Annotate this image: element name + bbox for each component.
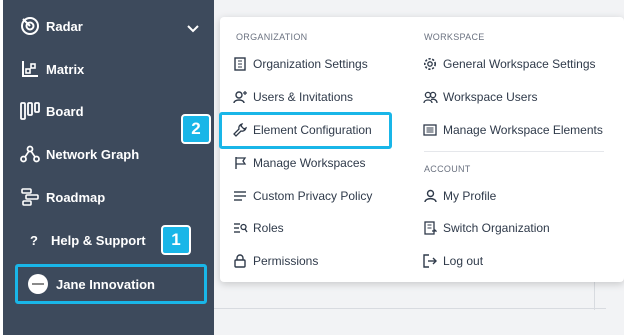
logout-icon: [422, 253, 438, 269]
menu-item-permissions[interactable]: Permissions: [232, 251, 318, 271]
sidebar-item-label: Network Graph: [46, 146, 140, 162]
switch-org-icon: [422, 220, 438, 236]
menu-item-manage-workspace-elements[interactable]: Manage Workspace Elements: [422, 120, 603, 140]
roles-icon: [232, 220, 248, 236]
menu-item-label: Log out: [443, 254, 484, 268]
chevron-down-icon[interactable]: [184, 20, 202, 38]
menu-item-roles[interactable]: Roles: [232, 218, 284, 238]
sidebar-item-label: Board: [46, 103, 84, 119]
menu-item-label: Permissions: [253, 254, 319, 268]
question-icon: ?: [30, 233, 38, 248]
step-badge-2: 2: [181, 114, 211, 144]
building-icon: [232, 56, 248, 72]
menu-item-workspace-users[interactable]: Workspace Users: [422, 87, 537, 107]
menu-item-label: Manage Workspace Elements: [443, 123, 603, 137]
user-icon: [422, 188, 438, 204]
radar-icon: [19, 15, 41, 37]
menu-item-label: Switch Organization: [443, 221, 550, 235]
list-box-icon: [422, 122, 438, 138]
menu-item-label: Roles: [253, 221, 284, 235]
sidebar-item-label: Roadmap: [46, 189, 106, 205]
menu-item-my-profile[interactable]: My Profile: [422, 186, 496, 206]
menu-item-label: Workspace Users: [443, 90, 538, 104]
lock-icon: [232, 253, 248, 269]
menu-item-label: Organization Settings: [253, 57, 368, 71]
section-header-workspace: WORKSPACE: [424, 32, 485, 42]
user-name: Jane Innovation: [56, 276, 155, 292]
sidebar: Radar Matrix Board Network Graph Roadmap…: [3, 0, 214, 335]
menu-divider: [424, 151, 604, 152]
user-menu-button[interactable]: Jane Innovation: [15, 264, 207, 304]
step-badge-1: 1: [161, 225, 191, 255]
element-configuration-highlight: [219, 112, 392, 149]
sidebar-item-board[interactable]: Board: [19, 99, 84, 123]
help-support-label: Help & Support: [51, 233, 146, 248]
menu-item-custom-privacy-policy[interactable]: Custom Privacy Policy: [232, 186, 372, 206]
lines-icon: [232, 188, 248, 204]
sidebar-item-network-graph[interactable]: Network Graph: [19, 142, 139, 166]
sidebar-item-roadmap[interactable]: Roadmap: [19, 185, 105, 209]
menu-item-organization-settings[interactable]: Organization Settings: [232, 54, 368, 74]
menu-item-general-workspace-settings[interactable]: General Workspace Settings: [422, 54, 596, 74]
matrix-icon: [19, 58, 41, 80]
section-header-account: ACCOUNT: [424, 164, 471, 174]
menu-item-users-invitations[interactable]: Users & Invitations: [232, 87, 353, 107]
avatar: [28, 274, 48, 294]
menu-item-manage-workspaces[interactable]: Manage Workspaces: [232, 153, 366, 173]
menu-item-log-out[interactable]: Log out: [422, 251, 483, 271]
users-icon: [422, 89, 438, 105]
section-header-organization: ORGANIZATION: [236, 32, 308, 42]
board-icon: [19, 100, 41, 122]
flag-icon: [232, 155, 248, 171]
sidebar-item-matrix[interactable]: Matrix: [19, 57, 84, 81]
gear-icon: [422, 56, 438, 72]
menu-item-switch-organization[interactable]: Switch Organization: [422, 218, 550, 238]
menu-item-label: Manage Workspaces: [253, 156, 366, 170]
menu-item-label: My Profile: [443, 189, 497, 203]
menu-item-label: General Workspace Settings: [443, 57, 596, 71]
sidebar-item-label: Radar: [46, 18, 83, 34]
user-plus-icon: [232, 89, 248, 105]
content-divider: [214, 308, 606, 309]
menu-item-label: Custom Privacy Policy: [253, 189, 373, 203]
menu-item-label: Users & Invitations: [253, 90, 354, 104]
roadmap-icon: [19, 186, 41, 208]
help-support-link[interactable]: ? Help & Support: [27, 233, 146, 248]
sidebar-item-label: Matrix: [46, 61, 85, 77]
network-graph-icon: [19, 143, 41, 165]
sidebar-item-radar[interactable]: Radar: [19, 14, 83, 38]
